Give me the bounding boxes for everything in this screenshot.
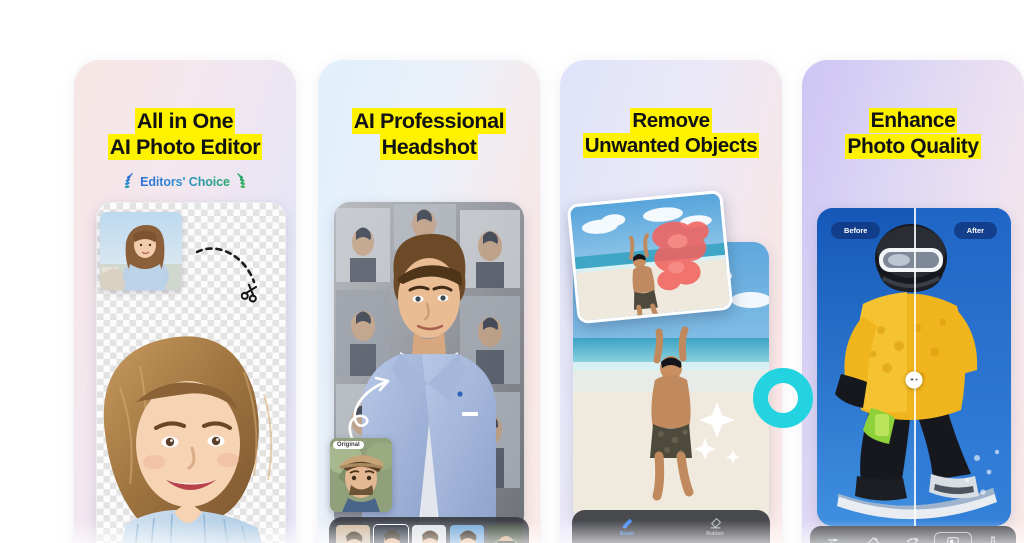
style-thumbnail: [487, 524, 523, 543]
scissors-icon: [240, 283, 258, 303]
editors-choice-label: Editors' Choice: [140, 175, 230, 189]
source-photo-thumbnail[interactable]: [100, 212, 182, 290]
sliders-icon: [827, 538, 839, 543]
tool-magic-eraser[interactable]: Magic Eraser: [854, 533, 892, 543]
eraser-control-panel: Brush Rubber Rubber Size 70 Start to El: [572, 510, 770, 543]
headline-line: All in One: [136, 108, 234, 134]
style-option-vintage-id-photo[interactable]: Vintage ID Photo: [449, 524, 485, 543]
thumbnail-image: [100, 212, 182, 290]
style-thumbnail: [411, 524, 447, 543]
cut-path: [195, 247, 258, 303]
panel-ai-headshot: AI Professional Headshot Original: [318, 60, 540, 543]
style-option-mecha[interactable]: Mecha: [487, 524, 523, 543]
before-photo-with-mask[interactable]: [566, 189, 734, 325]
compare-divider: [914, 208, 916, 526]
headline-line: Photo Quality: [847, 133, 979, 159]
wand-icon: [907, 537, 920, 543]
style-option-office-leisure[interactable]: Office Leisure: [411, 524, 447, 543]
loading-ring-indicator: [753, 368, 813, 428]
headline-line: AI Professional: [353, 108, 505, 134]
headline-line: Remove: [632, 108, 710, 133]
headline-line: AI Photo Editor: [109, 134, 261, 161]
panel2-headline: AI Professional Headshot: [318, 108, 540, 161]
before-after-compare[interactable]: Before After: [817, 208, 1011, 526]
screenshot-root: All in One AI Photo Editor Editors' Choi…: [0, 0, 1024, 543]
panel-enhance-quality: Enhance Photo Quality Before After: [802, 60, 1024, 543]
art-flask-icon: [990, 536, 996, 543]
tool-adjust[interactable]: Adjust: [814, 533, 852, 543]
panel3-headline: Remove Unwanted Objects: [560, 108, 782, 158]
headline-line: Unwanted Objects: [584, 133, 758, 158]
style-thumbnail: [335, 524, 371, 543]
style-thumbnail: [373, 524, 409, 543]
style-thumbnail: [449, 524, 485, 543]
tool-brush[interactable]: Brush: [604, 517, 650, 537]
style-option-business-attire[interactable]: Business Attire: [373, 524, 409, 543]
tool-ai-art-effects[interactable]: AI Art Effects: [974, 533, 1012, 543]
laurel-right-icon: [237, 172, 246, 189]
style-option-yearbook[interactable]: Yearbook: [335, 524, 371, 543]
tool-ai-enlarger[interactable]: AI Enlarger: [934, 532, 972, 543]
tool-label: Rubber: [706, 531, 724, 537]
transform-arrow-icon: [348, 376, 390, 440]
eraser-tool-row: Brush Rubber: [583, 517, 759, 537]
tool-label: Brush: [619, 531, 635, 537]
brush-icon: [622, 518, 632, 529]
cutout-portrait: [92, 328, 296, 543]
after-label: After: [953, 222, 997, 239]
headline-line: Enhance: [870, 108, 956, 133]
original-photo-thumbnail[interactable]: Original: [330, 438, 392, 512]
beach-before-image: [569, 193, 731, 321]
original-tag: Original: [333, 441, 364, 449]
portrait-image: [103, 336, 273, 543]
panel4-headline: Enhance Photo Quality: [802, 108, 1024, 159]
compare-slider-handle[interactable]: [905, 371, 923, 389]
laurel-left-icon: [124, 172, 133, 189]
handle-dot: [915, 378, 918, 381]
headline-line: Headshot: [381, 134, 477, 161]
enlarge-icon: [947, 537, 959, 543]
style-selector-tray: Yearbook Business Attire Office Leisure …: [329, 517, 529, 543]
tool-rubber[interactable]: Rubber: [692, 517, 738, 537]
panel-remove-objects: Remove Unwanted Objects Brush Rubber: [560, 60, 782, 543]
before-label: Before: [831, 222, 881, 239]
editor-toolbar: Adjust Magic Eraser Enhance: [810, 526, 1016, 543]
original-image: [330, 438, 392, 512]
panel-all-in-one: All in One AI Photo Editor Editors' Choi…: [74, 60, 296, 543]
handle-dot: [910, 378, 913, 381]
eraser-icon: [710, 517, 721, 529]
magic-eraser-icon: [867, 537, 879, 543]
panel1-headline: All in One AI Photo Editor: [74, 108, 296, 161]
editors-choice-badge: Editors' Choice: [74, 172, 296, 192]
tool-enhance[interactable]: Enhance: [894, 533, 932, 543]
